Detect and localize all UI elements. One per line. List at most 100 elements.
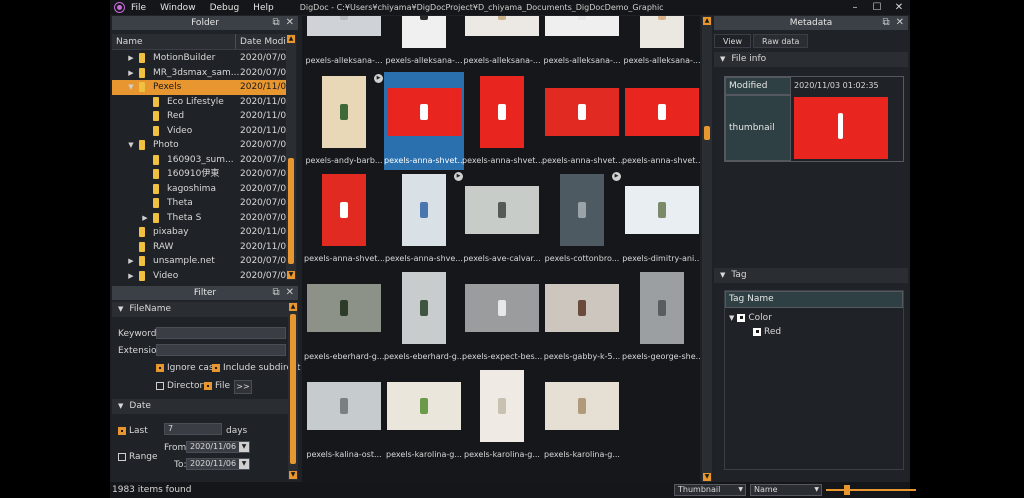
undock-icon[interactable]: ⧉ [882, 17, 889, 28]
close-icon[interactable]: ✕ [896, 17, 904, 28]
collapsed-arrow-icon[interactable]: ▶ [126, 269, 136, 284]
ignore-case-checkbox[interactable]: Ignore case [156, 363, 219, 373]
file-info-section[interactable]: ▼ File info [714, 52, 908, 67]
directory-checkbox[interactable]: Directory [156, 381, 208, 391]
thumbnail-item[interactable]: pexels-george-she... [622, 268, 700, 366]
collapsed-arrow-icon[interactable]: ▶ [126, 66, 136, 81]
tag-color-row[interactable]: ▼ Color [729, 313, 772, 323]
collapsed-arrow-icon[interactable] [140, 153, 150, 168]
filter-scrollbar[interactable]: ▲ ▼ [288, 302, 298, 480]
thumbnail-item[interactable]: pexels-karolina-g... [384, 366, 464, 464]
date-section[interactable]: ▼ Date [112, 399, 288, 414]
undock-icon[interactable]: ⧉ [272, 17, 279, 28]
thumbnail-item[interactable]: pexels-ave-calvar... [462, 170, 542, 268]
thumbnail-item[interactable]: ▶ pexels-cottonbro... [542, 170, 622, 268]
thumbnail-item[interactable]: pexels-alleksana-... [622, 16, 700, 70]
folder-tree-row[interactable]: ▶ unsample.net 2020/07/02 [112, 254, 292, 269]
close-icon[interactable]: ✕ [286, 17, 294, 28]
collapsed-arrow-icon[interactable] [140, 95, 150, 110]
thumbnail-item[interactable]: pexels-anna-shvet... [462, 72, 542, 170]
menu-file[interactable]: File [131, 3, 146, 13]
last-radio[interactable]: Last [118, 426, 148, 436]
scroll-down-icon[interactable]: ▼ [703, 473, 711, 481]
to-date-picker[interactable]: 2020/11/06 ▼ [186, 458, 250, 470]
scroll-up-icon[interactable]: ▲ [289, 303, 297, 311]
undock-icon[interactable]: ⧉ [272, 287, 279, 298]
thumbnail-item[interactable]: pexels-alleksana-... [304, 16, 384, 70]
folder-tree-row[interactable]: 160903_sum... 2020/07/02 [112, 153, 292, 168]
maximize-button[interactable]: ☐ [866, 2, 888, 13]
collapsed-arrow-icon[interactable] [140, 109, 150, 124]
expanded-arrow-icon[interactable]: ▼ [126, 138, 136, 153]
from-date-picker[interactable]: 2020/11/06 ▼ [186, 441, 250, 453]
column-name[interactable]: Name [112, 34, 236, 49]
folder-tree-row[interactable]: Theta 2020/07/02 [112, 196, 292, 211]
folder-tree-row[interactable]: Eco Lifestyle 2020/11/02 [112, 95, 292, 110]
column-date[interactable]: Date Modifi [236, 34, 286, 49]
zoom-slider-handle[interactable] [844, 485, 850, 495]
thumbnail-item[interactable]: pexels-anna-shvet... [304, 170, 384, 268]
thumbnail-item[interactable]: pexels-anna-shvet... [542, 72, 622, 170]
thumbnail-item[interactable]: ▶ pexels-anna-shve... [384, 170, 464, 268]
scroll-thumb[interactable] [288, 158, 294, 264]
minimize-button[interactable]: – [844, 2, 866, 13]
thumbnail-item[interactable]: pexels-gabby-k-5... [542, 268, 622, 366]
folder-tree-row[interactable]: ▶ MotionBuilder 2020/07/02 [112, 51, 292, 66]
collapsed-arrow-icon[interactable] [140, 196, 150, 211]
folder-tree-row[interactable]: Video 2020/11/03 [112, 124, 292, 139]
close-button[interactable]: ✕ [888, 2, 910, 13]
last-days-spinbox[interactable]: 7 [164, 423, 222, 435]
more-options-button[interactable]: >> [234, 380, 252, 394]
collapsed-arrow-icon[interactable] [140, 167, 150, 182]
thumbnail-item[interactable]: pexels-alleksana-... [384, 16, 464, 70]
folder-tree-row[interactable]: RAW 2020/11/06 [112, 240, 292, 255]
extension-input[interactable] [156, 344, 286, 356]
tab-raw-data[interactable]: Raw data [752, 34, 809, 48]
grid-scrollbar[interactable]: ▲ ▼ [702, 16, 712, 482]
keyword-input[interactable] [156, 327, 286, 339]
folder-tree-row[interactable]: ▶ MR_3dsmax_sam... 2020/07/02 [112, 66, 292, 81]
scroll-down-icon[interactable]: ▼ [287, 271, 295, 279]
range-radio[interactable]: Range [118, 452, 158, 462]
folder-scrollbar[interactable]: ▲ ▼ [286, 34, 296, 280]
folder-tree-row[interactable]: ▼ Photo 2020/07/02 [112, 138, 292, 153]
collapsed-arrow-icon[interactable] [140, 124, 150, 139]
thumbnail-item[interactable]: pexels-alleksana-... [462, 16, 542, 70]
menu-help[interactable]: Help [253, 3, 274, 13]
folder-tree-row[interactable]: ▼ Pexels 2020/11/03 [112, 80, 292, 95]
thumbnail-item[interactable]: pexels-karolina-g... [462, 366, 542, 464]
tag-red-row[interactable]: Red [753, 327, 781, 337]
collapsed-arrow-icon[interactable]: ▶ [126, 254, 136, 269]
thumbnail-item[interactable]: pexels-alleksana-... [542, 16, 622, 70]
thumbnail-item[interactable]: pexels-anna-shvet... [384, 72, 464, 170]
folder-tree-row[interactable]: ▶ Theta S 2020/07/02 [112, 211, 292, 226]
folder-tree-row[interactable]: pixabay 2020/11/03 [112, 225, 292, 240]
collapsed-arrow-icon[interactable] [126, 240, 136, 255]
tag-section[interactable]: ▼ Tag [714, 268, 908, 283]
scroll-up-icon[interactable]: ▲ [703, 17, 711, 25]
file-checkbox[interactable]: File [204, 381, 230, 391]
scroll-thumb[interactable] [290, 314, 296, 464]
thumbnail-item[interactable]: pexels-expect-bes... [462, 268, 542, 366]
collapsed-arrow-icon[interactable] [140, 182, 150, 197]
close-icon[interactable]: ✕ [286, 287, 294, 298]
collapsed-arrow-icon[interactable] [126, 225, 136, 240]
scroll-up-icon[interactable]: ▲ [287, 35, 295, 43]
sort-select[interactable]: Name ▼ [750, 484, 822, 496]
thumbnail-item[interactable]: pexels-eberhard-g... [304, 268, 384, 366]
zoom-slider[interactable] [826, 489, 916, 491]
collapsed-arrow-icon[interactable]: ▶ [126, 51, 136, 66]
filename-section[interactable]: ▼ FileName [112, 302, 288, 317]
thumbnail-item[interactable]: pexels-eberhard-g... [384, 268, 464, 366]
folder-tree-row[interactable]: Red 2020/11/03 [112, 109, 292, 124]
scroll-down-icon[interactable]: ▼ [289, 471, 297, 479]
tab-view[interactable]: View [714, 34, 751, 48]
menu-debug[interactable]: Debug [210, 3, 240, 13]
expanded-arrow-icon[interactable]: ▼ [126, 80, 136, 95]
thumbnail-item[interactable]: pexels-kalina-ost... [304, 366, 384, 464]
folder-tree-row[interactable]: ▶ Video 2020/07/02 [112, 269, 292, 284]
collapsed-arrow-icon[interactable]: ▶ [140, 211, 150, 226]
view-mode-select[interactable]: Thumbnail ▼ [674, 484, 746, 496]
menu-window[interactable]: Window [160, 3, 196, 13]
thumbnail-item[interactable]: pexels-karolina-g... [542, 366, 622, 464]
